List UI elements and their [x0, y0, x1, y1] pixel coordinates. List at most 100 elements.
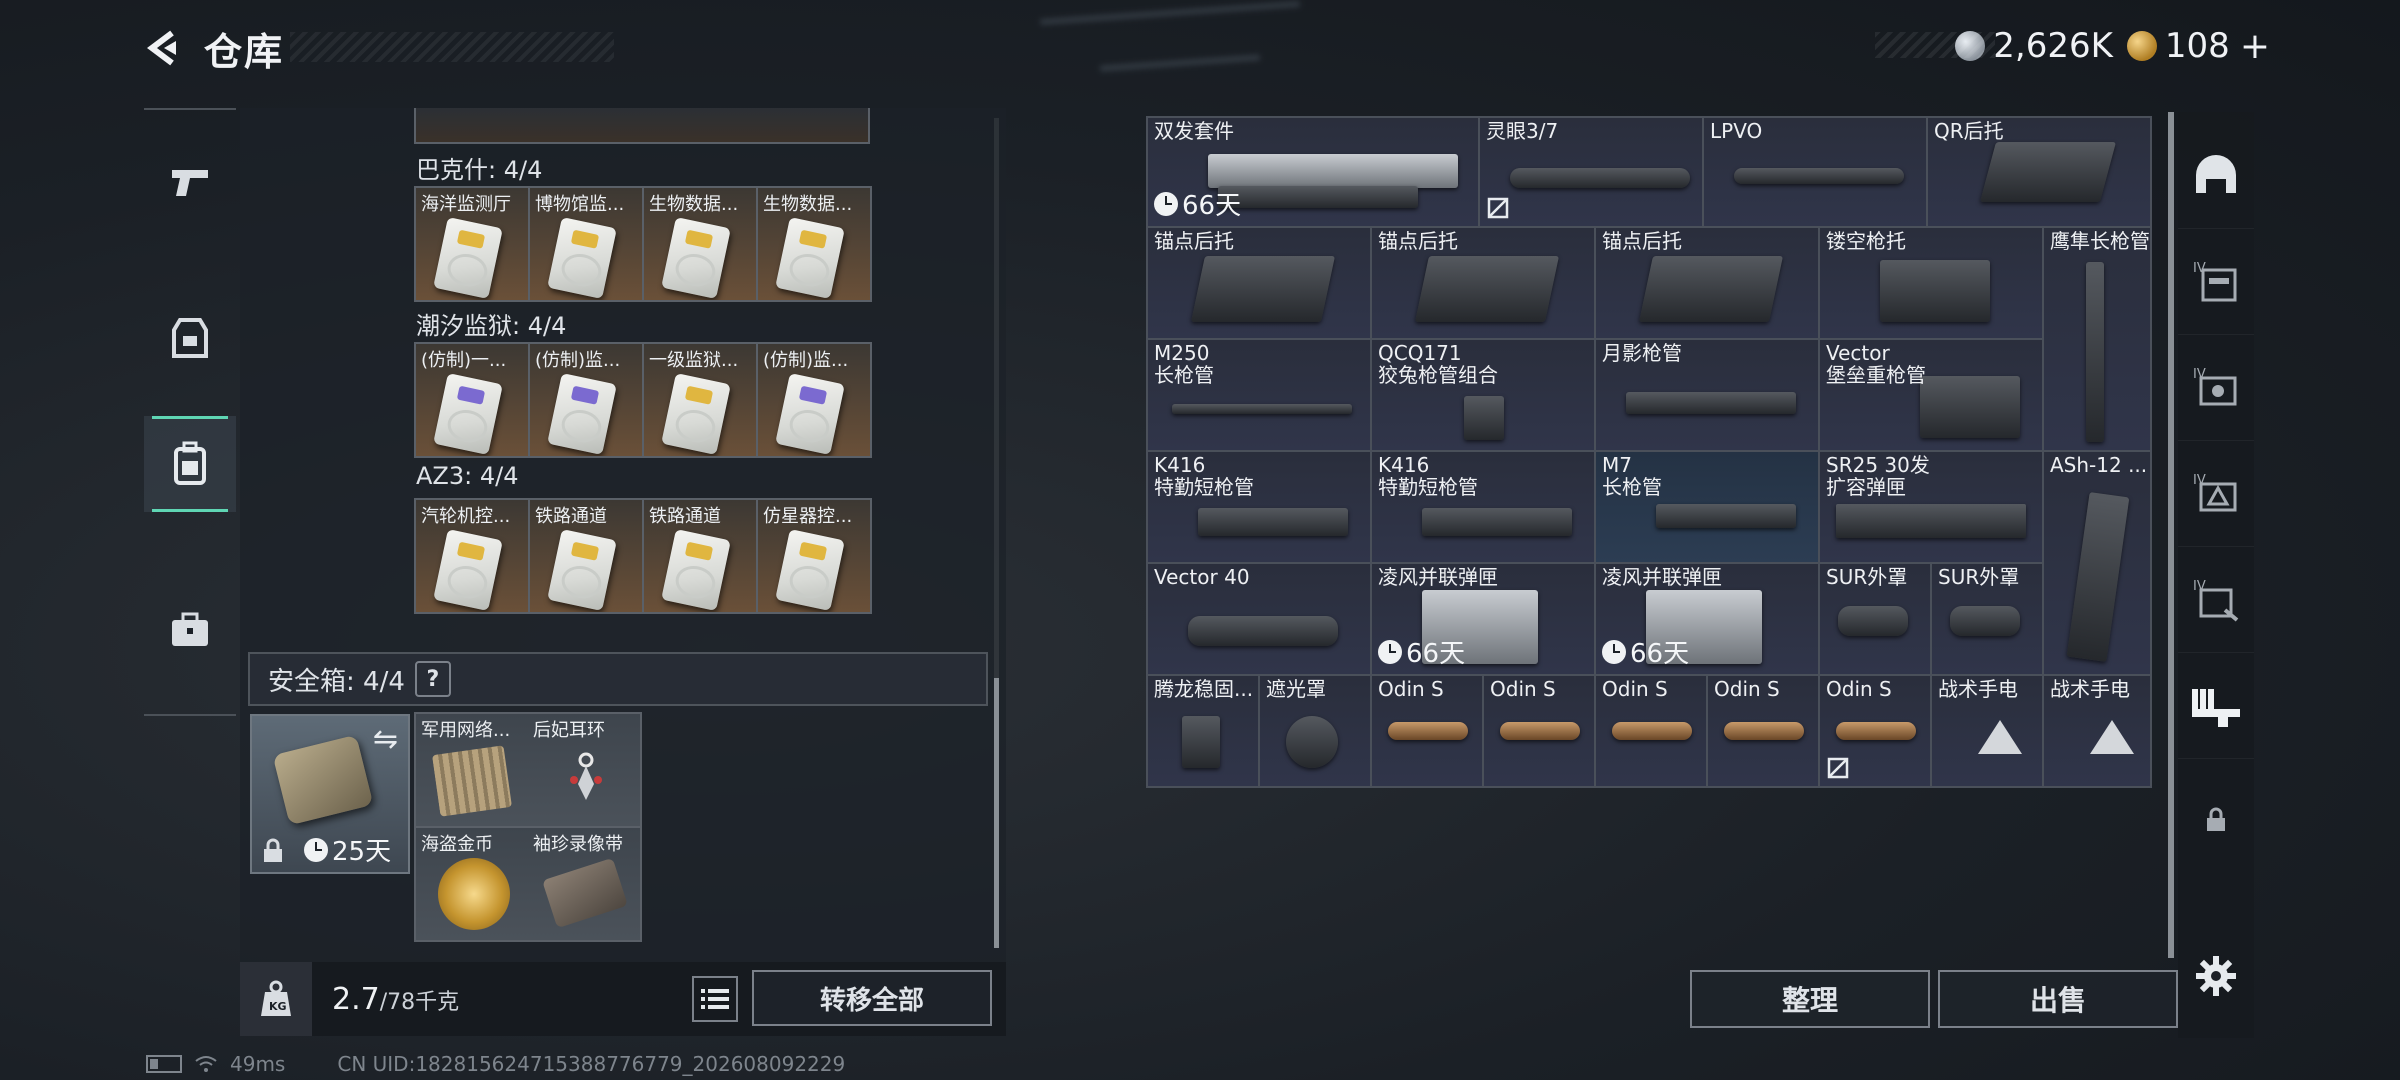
- grid-item[interactable]: 凌风并联弹匣 66天: [1370, 562, 1596, 676]
- keycard-slot[interactable]: (仿制)一...: [416, 344, 530, 456]
- keycard-slot[interactable]: 铁路通道: [530, 500, 644, 612]
- nav-tool-case[interactable]: IV: [2178, 548, 2254, 653]
- nav-weapon-case[interactable]: IV: [2178, 336, 2254, 441]
- safe-slot[interactable]: 海盗金币: [416, 828, 530, 940]
- grid-item[interactable]: 锚点后托: [1594, 226, 1820, 340]
- settings-button[interactable]: [2178, 924, 2254, 1028]
- keycard-slot[interactable]: 仿星器控...: [758, 500, 870, 612]
- item-name: Odin S: [1378, 677, 1444, 701]
- add-currency-button[interactable]: +: [2240, 26, 2270, 67]
- grid-item[interactable]: 腾龙稳固...: [1146, 674, 1260, 788]
- nav-backpack[interactable]: [144, 416, 236, 512]
- nav-helmet[interactable]: [2178, 124, 2254, 229]
- keycard-icon: [775, 372, 845, 456]
- grid-item[interactable]: Odin S: [1706, 674, 1820, 788]
- grid-item[interactable]: 月影枪管: [1594, 338, 1820, 452]
- grid-item[interactable]: Vector 40: [1146, 562, 1372, 676]
- nav-armor[interactable]: IV: [2178, 230, 2254, 335]
- nav-triangle-case[interactable]: IV: [2178, 442, 2254, 547]
- grid-item[interactable]: 锚点后托: [1370, 226, 1596, 340]
- keycard-slot[interactable]: 生物数据...: [644, 188, 758, 300]
- item-art: [1388, 722, 1468, 740]
- grid-item[interactable]: K416 特勤短枪管: [1370, 450, 1596, 564]
- safe-slot[interactable]: 军用网络...: [416, 714, 530, 828]
- grid-item[interactable]: 战术手电: [2042, 674, 2152, 788]
- nav-vest[interactable]: [144, 290, 236, 386]
- grid-item[interactable]: QCQ171 狡兔枪管组合: [1370, 338, 1596, 452]
- help-button[interactable]: ?: [414, 661, 451, 697]
- grid-item[interactable]: Odin S: [1594, 674, 1708, 788]
- grid-item[interactable]: 凌风并联弹匣 66天: [1594, 562, 1820, 676]
- item-art: [1836, 722, 1916, 740]
- safe-box[interactable]: ⇋ 25天: [250, 714, 410, 874]
- item-art: [1198, 508, 1348, 536]
- item-timer: 66天: [1154, 185, 1241, 222]
- sort-button[interactable]: 整理: [1690, 970, 1930, 1028]
- item-name: Odin S: [1602, 677, 1668, 701]
- item-art: [1638, 256, 1784, 322]
- clock-icon: [1154, 191, 1178, 216]
- grid-item[interactable]: 双发套件 66天: [1146, 116, 1480, 228]
- grid-item[interactable]: SUR外罩: [1930, 562, 2044, 676]
- right-scrollbar-thumb[interactable]: [2168, 112, 2174, 958]
- kg-weight-icon: KG: [261, 980, 291, 1016]
- list-view-button[interactable]: [692, 976, 738, 1022]
- item-art: [1188, 616, 1338, 646]
- item-name: Odin S: [1490, 677, 1556, 701]
- transfer-all-button[interactable]: 转移全部: [752, 970, 992, 1026]
- grid-item[interactable]: Odin S: [1818, 674, 1932, 788]
- left-scrollbar[interactable]: [994, 118, 999, 948]
- grid-item[interactable]: LPVO: [1702, 116, 1928, 228]
- nav-locked-slot[interactable]: [2178, 768, 2254, 872]
- lock-icon: [264, 838, 282, 862]
- item-art: [1920, 376, 2020, 438]
- safe-slot[interactable]: 后妃耳环: [528, 714, 640, 828]
- briefcase-icon: [172, 612, 208, 646]
- sell-button[interactable]: 出售: [1938, 970, 2178, 1028]
- grid-item[interactable]: 镂空枪托: [1818, 226, 2044, 340]
- keycard-slot[interactable]: 海洋监测厅: [416, 188, 530, 300]
- weight-button[interactable]: KG: [240, 962, 312, 1036]
- item-art: [1734, 168, 1904, 184]
- grid-item[interactable]: M250 长枪管: [1146, 338, 1372, 452]
- back-button[interactable]: [140, 25, 186, 71]
- grid-item[interactable]: 锚点后托: [1146, 226, 1372, 340]
- grid-item[interactable]: M7 长枪管: [1594, 450, 1820, 564]
- grid-item[interactable]: ASh-12 ...: [2042, 450, 2152, 676]
- keycard-slot[interactable]: 生物数据...: [758, 188, 870, 300]
- timer-text: 25天: [332, 837, 392, 867]
- swap-icon[interactable]: ⇋: [373, 722, 398, 757]
- nav-case[interactable]: [144, 582, 236, 678]
- grid-item[interactable]: SR25 30发 扩容弹匣: [1818, 450, 2044, 564]
- keycard-slot[interactable]: 汽轮机控...: [416, 500, 530, 612]
- gold-currency[interactable]: 108 +: [2126, 26, 2270, 67]
- nav-gun-rack[interactable]: [2178, 654, 2254, 759]
- keycard-slot[interactable]: (仿制)监...: [758, 344, 870, 456]
- grid-item[interactable]: 灵眼3/7: [1478, 116, 1704, 228]
- grid-item[interactable]: QR后托: [1926, 116, 2152, 228]
- grid-item[interactable]: K416 特勤短枪管: [1146, 450, 1372, 564]
- grid-item[interactable]: SUR外罩: [1818, 562, 1932, 676]
- keycard-slot[interactable]: 一级监狱...: [644, 344, 758, 456]
- grid-item[interactable]: 鹰隼长枪管: [2042, 226, 2152, 452]
- keycard-icon: [547, 216, 617, 300]
- keycard-icon: [661, 372, 731, 456]
- clock-icon: [304, 837, 328, 862]
- grid-item[interactable]: Odin S: [1482, 674, 1596, 788]
- grid-item[interactable]: 战术手电: [1930, 674, 2044, 788]
- item-name: 锚点后托: [1154, 229, 1234, 253]
- weapon-case-tier4-icon: IV: [2193, 367, 2237, 406]
- keycard-slot[interactable]: 铁路通道: [644, 500, 758, 612]
- nav-weapons[interactable]: [144, 134, 236, 230]
- item-art: [1626, 392, 1796, 414]
- keycard-slot[interactable]: (仿制)监...: [530, 344, 644, 456]
- right-scrollbar[interactable]: [2168, 112, 2174, 958]
- safe-slot[interactable]: 袖珍录像带: [528, 828, 640, 940]
- item-name: 铁路通道: [535, 506, 607, 527]
- grid-item[interactable]: Vector 堡垒重枪管: [1818, 338, 2044, 452]
- keycard-slot[interactable]: 博物馆监...: [530, 188, 644, 300]
- left-scrollbar-thumb[interactable]: [994, 678, 999, 948]
- left-category-nav: [144, 108, 236, 716]
- grid-item[interactable]: 遮光罩: [1258, 674, 1372, 788]
- grid-item[interactable]: Odin S: [1370, 674, 1484, 788]
